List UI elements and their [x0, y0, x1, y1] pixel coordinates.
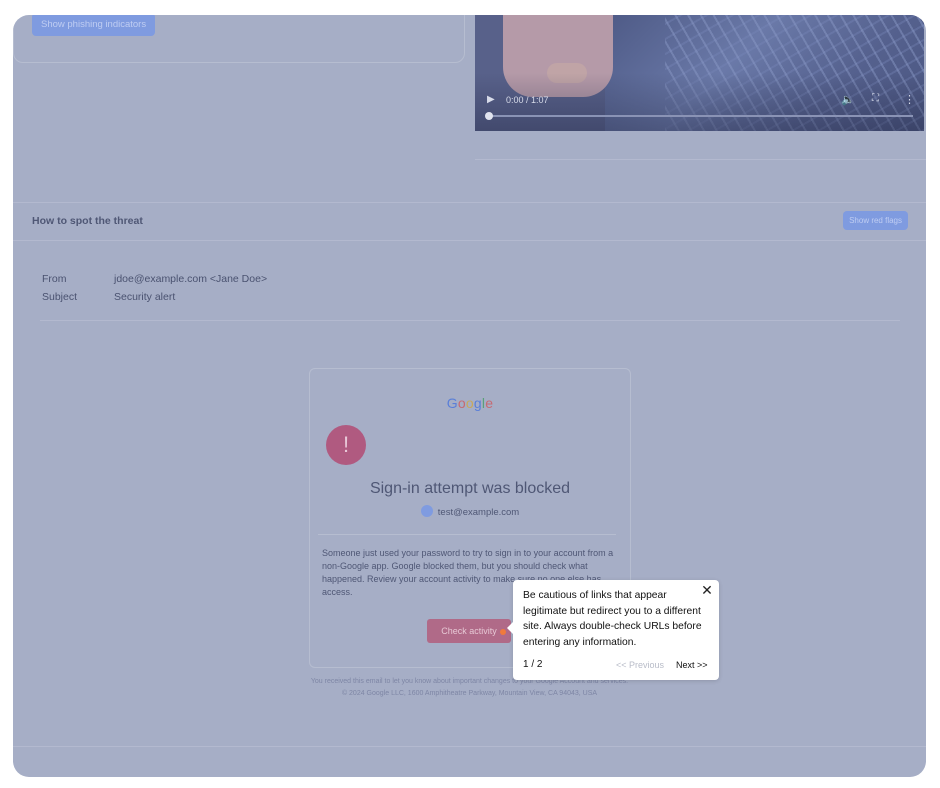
volume-icon[interactable]: 🔈 — [841, 93, 855, 106]
hotspot-indicator[interactable] — [500, 629, 506, 635]
email-footer-notice: You received this email to let you know … — [310, 678, 629, 685]
show-red-flags-button[interactable]: Show red flags — [843, 211, 908, 230]
alert-icon: ! — [326, 425, 366, 465]
tooltip-next-button[interactable]: Next >> — [676, 660, 708, 670]
meta-divider — [40, 320, 900, 321]
check-activity-button[interactable]: Check activity — [427, 619, 511, 643]
play-icon[interactable]: ▶ — [487, 94, 495, 105]
video-player[interactable]: ▶ 0:00 / 1:07 🔈 ⛶ ⋮ — [475, 15, 924, 131]
avatar — [420, 505, 433, 517]
google-logo-letter: e — [485, 395, 494, 411]
threat-header: How to spot the threat Show red flags — [13, 202, 926, 241]
email-user: test@example.com — [310, 505, 630, 518]
from-label: From — [42, 273, 67, 285]
fullscreen-icon[interactable]: ⛶ — [872, 93, 879, 104]
tooltip-arrow — [507, 621, 514, 635]
subject-label: Subject — [42, 291, 78, 303]
video-controls-shade — [475, 15, 924, 131]
email-user-address: test@example.com — [437, 507, 520, 518]
video-time: 0:00 / 1:07 — [506, 95, 549, 105]
show-phishing-indicators-button[interactable]: Show phishing indicators — [32, 15, 156, 36]
google-logo: Google — [310, 395, 630, 411]
tooltip-text: Be cautious of links that appear legitim… — [523, 590, 702, 648]
video-progress-track[interactable] — [489, 115, 913, 117]
tooltip-step: 1 / 2 — [523, 659, 543, 670]
more-vertical-icon[interactable]: ⋮ — [904, 93, 915, 106]
email-footer-address: © 2024 Google LLC, 1600 Amphitheatre Par… — [341, 690, 598, 697]
section-divider — [475, 159, 926, 160]
from-value: jdoe@example.com <Jane Doe> — [114, 273, 268, 285]
email-title: Sign-in attempt was blocked — [369, 480, 571, 497]
tooltip-previous-button[interactable]: << Previous — [616, 660, 664, 670]
video-progress-knob[interactable] — [485, 112, 493, 120]
phishing-card: Show phishing indicators — [13, 15, 465, 63]
google-logo-letter: G — [446, 395, 458, 411]
google-logo-letter: o — [457, 395, 466, 411]
google-logo-letter: o — [465, 395, 474, 411]
subject-value: Security alert — [114, 291, 176, 303]
google-logo-letter: g — [473, 395, 482, 411]
guide-tooltip: ✕ Be cautious of links that appear legit… — [507, 580, 719, 680]
email-divider — [318, 534, 616, 535]
threat-title: How to spot the threat — [32, 215, 143, 227]
bottom-divider — [13, 746, 926, 747]
dimmed-page-overlay: Show phishing indicators ▶ 0:00 / 1:07 🔈… — [13, 15, 926, 777]
